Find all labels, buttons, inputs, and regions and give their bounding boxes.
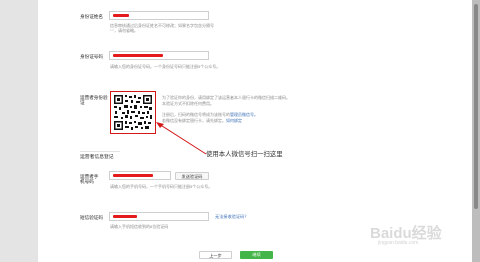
how-to-bind-link[interactable]: 如何绑定 [226,118,242,123]
phone-label: 运营者手机号码 [80,174,99,185]
scrollbar-thumb[interactable] [474,4,478,209]
redacted-phone [113,173,153,178]
id-number-hint: 请输入您的身份证号码。一个身份证号码只能注册5个公众号。 [110,64,221,69]
redacted-id-name [113,13,129,18]
phone-hint: 请输入您的手机号码，一个手机号码只能注册5个公众号。 [110,184,213,189]
admin-wechat-link[interactable]: 管理员微信号。 [230,112,258,117]
id-number-label: 身份证号码 [80,54,103,59]
verify-label: 运营者身份验证 [80,95,108,106]
annotation-text: 使用本人微信号扫一扫这里 [206,151,283,158]
left-gutter [0,0,38,262]
redacted-sms-code [113,214,137,219]
section-divider [80,151,120,152]
verify-note-1: 为了验证你的身份，请用绑定了该运营者本人银行卡的微信扫描二维码。本验证方式不扣除… [162,95,290,106]
sms-code-hint: 请输入手机短信收到的6位验证码 [110,224,169,229]
prev-step-button[interactable]: 上一步 [199,251,232,259]
continue-button[interactable]: 继续 [240,251,273,259]
sms-code-label: 短信验证码 [80,215,103,220]
id-name-hint: 信息审核通过后身份证姓名不可修改；如果名字包含分隔号 “·”，请勿省略。 [110,23,214,34]
send-code-button[interactable]: 发送验证码 [175,171,209,180]
annotation-arrow [156,122,207,155]
qr-code[interactable] [113,94,153,131]
id-name-label: 身份证姓名 [80,14,103,19]
verify-note-2-text: 注册后，扫码的微信号将成为该账号的 [162,112,230,117]
watermark-url: jingyan.baidu.com [378,240,419,246]
redacted-id-number [113,53,163,58]
verify-note-2: 注册后，扫码的微信号将成为该账号的管理员微信号。 [162,112,290,118]
operator-info-section-title: 运营者信息登记 [80,155,114,160]
cannot-receive-code-link[interactable]: 无法接收验证码？ [215,214,249,220]
